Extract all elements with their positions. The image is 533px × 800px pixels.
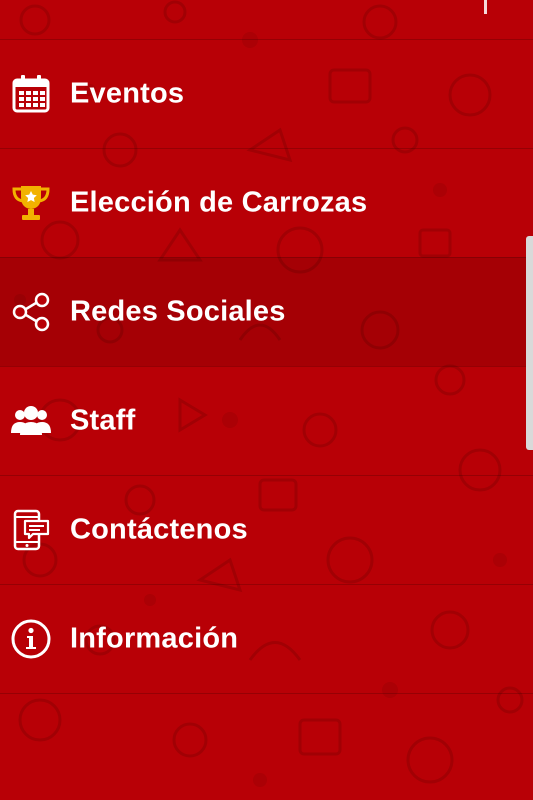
navigation-menu: Eventos Elección de Carrozas Redes Socia… (0, 39, 533, 694)
menu-item-label: Elección de Carrozas (70, 186, 368, 219)
calendar-icon (10, 73, 52, 115)
share-icon (10, 291, 52, 333)
menu-item-eventos[interactable]: Eventos (0, 39, 533, 148)
menu-item-label: Redes Sociales (70, 295, 286, 328)
group-icon (10, 400, 52, 442)
menu-item-staff[interactable]: Staff (0, 366, 533, 475)
menu-item-label: Contáctenos (70, 513, 248, 546)
trophy-icon (10, 182, 52, 224)
mobile-message-icon (10, 509, 52, 551)
menu-item-label: Eventos (70, 77, 185, 110)
info-icon (10, 618, 52, 660)
menu-item-eleccion-carrozas[interactable]: Elección de Carrozas (0, 148, 533, 257)
menu-item-informacion[interactable]: Información (0, 584, 533, 694)
top-scroll-marker (484, 0, 487, 14)
menu-item-label: Información (70, 622, 239, 655)
scrollbar-thumb[interactable] (526, 236, 533, 450)
menu-item-redes-sociales[interactable]: Redes Sociales (0, 257, 533, 366)
menu-item-label: Staff (70, 404, 136, 437)
menu-item-contactenos[interactable]: Contáctenos (0, 475, 533, 584)
